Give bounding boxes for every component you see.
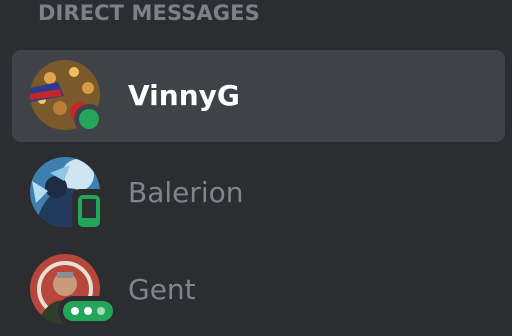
dm-name: Balerion xyxy=(128,176,244,209)
dm-name: Gent xyxy=(128,273,196,306)
dm-item-balerion[interactable]: Balerion xyxy=(12,147,505,239)
typing-indicator-icon xyxy=(58,296,118,326)
dm-item-vinnyg[interactable]: VinnyG xyxy=(12,50,505,142)
online-status-icon xyxy=(74,104,104,134)
dm-item-gent[interactable]: Gent xyxy=(12,244,505,336)
dm-name: VinnyG xyxy=(128,79,240,112)
mobile-status-icon xyxy=(72,189,106,233)
direct-messages-header: DIRECT MESSAGES xyxy=(38,1,260,25)
